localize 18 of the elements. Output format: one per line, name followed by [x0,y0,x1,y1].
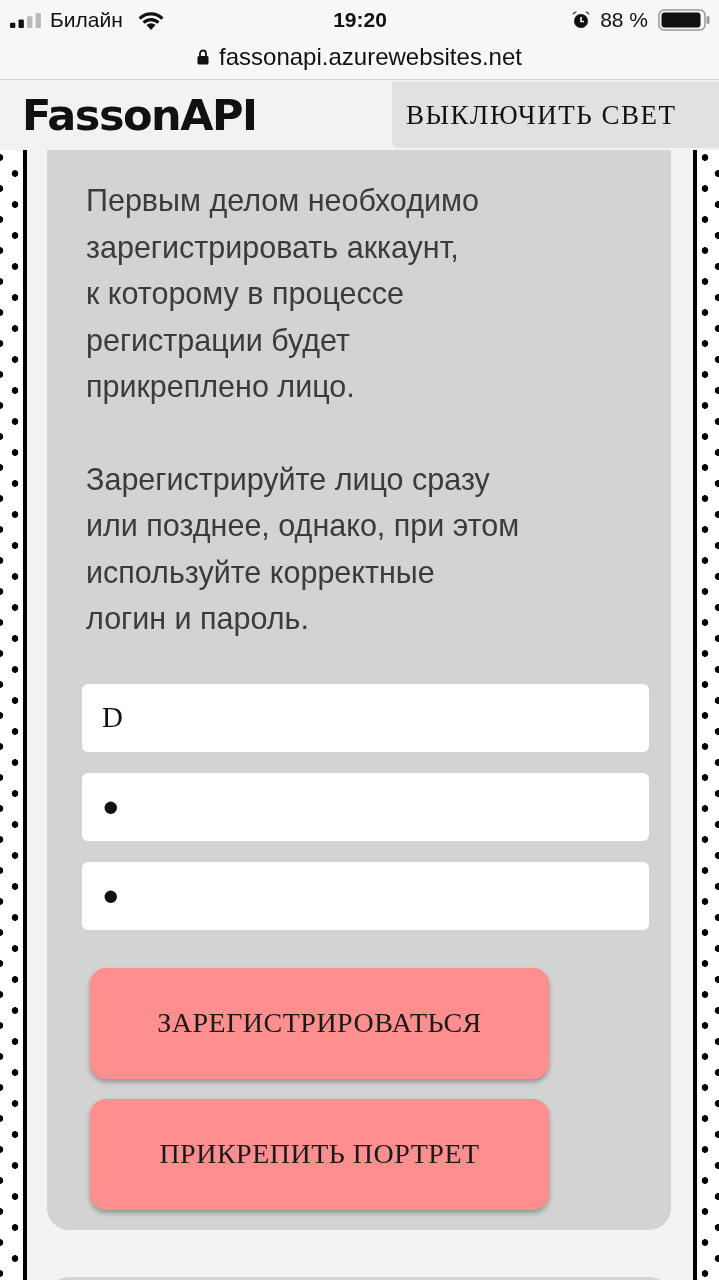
input-field[interactable]: ● [82,772,649,841]
url-text[interactable]: fassonapi.azurewebsites.net [219,42,522,71]
carrier-name: Билайн [50,8,123,32]
site-logo[interactable]: FassonAPI [22,90,257,140]
clock-time: 19:20 [333,8,387,32]
action-button[interactable]: ЗАРЕГИСТРИРОВАТЬСЯ [90,967,549,1079]
input-field[interactable]: D [82,683,649,752]
action-button[interactable]: ПРИКРЕПИТЬ ПОРТРЕТ [90,1098,549,1210]
battery-icon [658,9,710,31]
signal-icon [10,12,42,28]
intro-paragraph: Первым делом необходимо зарегистрировать аккаунт, к которому в процессе регистрации будет прикреплено лицо. [86,182,480,406]
lights-off-button[interactable]: ВЫКЛЮЧИТЬ СВЕТ [392,82,719,148]
alarm-icon [572,11,591,29]
intro-paragraph: Зарегистрируйте лицо сразу или позднее, однако, при этом используйте корректные логин и пароль. [86,460,521,638]
wifi-icon [136,10,165,30]
input-field[interactable]: ● [82,861,649,930]
lock-icon [197,48,210,65]
battery-percent: 88 % [600,8,648,32]
